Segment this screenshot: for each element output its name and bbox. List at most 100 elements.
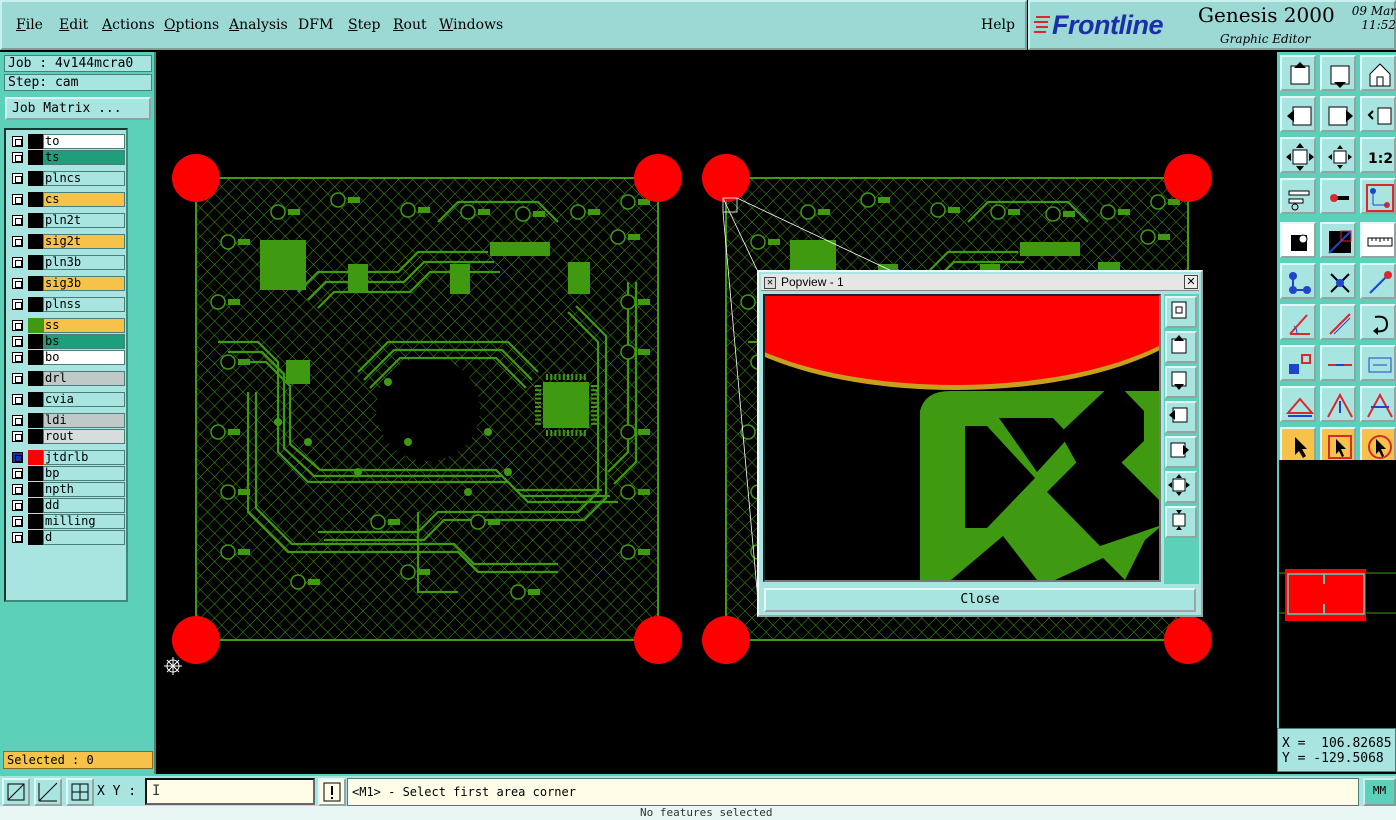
net-highlight-icon[interactable] xyxy=(1360,178,1396,214)
layer-color-swatch[interactable] xyxy=(28,466,43,481)
menu-help[interactable]: Help xyxy=(981,17,1015,33)
layer-color-swatch[interactable] xyxy=(28,429,43,444)
layer-name[interactable]: bs xyxy=(43,334,125,349)
job-matrix-button[interactable]: Job Matrix ... xyxy=(5,97,151,120)
alert-icon[interactable] xyxy=(318,778,346,806)
layer-name[interactable]: ss xyxy=(43,318,125,333)
layer-checkbox[interactable] xyxy=(12,452,23,463)
layer-name[interactable]: jtdrlb xyxy=(43,450,125,465)
arc-icon[interactable] xyxy=(1360,386,1396,422)
layer-color-swatch[interactable] xyxy=(28,297,43,312)
layer-checkbox[interactable] xyxy=(12,516,23,527)
layer-checkbox[interactable] xyxy=(12,373,23,384)
layer-checkbox[interactable] xyxy=(12,136,23,147)
layer-name[interactable]: drl xyxy=(43,371,125,386)
layer-row-bs[interactable]: bs xyxy=(8,334,126,349)
layer-name[interactable]: dd xyxy=(43,498,125,513)
layer-name[interactable]: d xyxy=(43,530,125,545)
layer-row-to[interactable]: to xyxy=(8,134,126,149)
rotate-icon[interactable] xyxy=(1360,304,1396,340)
layer-checkbox[interactable] xyxy=(12,336,23,347)
layer-name[interactable]: rout xyxy=(43,429,125,444)
layer-name[interactable]: ldi xyxy=(43,413,125,428)
close-icon[interactable]: ✕ xyxy=(1184,275,1198,289)
scale-1-2-icon[interactable]: 1:2 xyxy=(1360,137,1396,173)
layer-name[interactable]: npth xyxy=(43,482,125,497)
pan-left-icon[interactable] xyxy=(1280,96,1316,132)
measure-box-icon[interactable] xyxy=(1360,345,1396,381)
layer-row-ts[interactable]: ts xyxy=(8,150,126,165)
layer-color-swatch[interactable] xyxy=(28,255,43,270)
layer-row-npth[interactable]: npth xyxy=(8,482,126,497)
layer-checkbox[interactable] xyxy=(12,415,23,426)
layer-checkbox[interactable] xyxy=(12,484,23,495)
layer-color-swatch[interactable] xyxy=(28,234,43,249)
layer-name[interactable]: milling xyxy=(43,514,125,529)
pv-pan-left-icon[interactable] xyxy=(1165,401,1197,433)
layer-checkbox[interactable] xyxy=(12,352,23,363)
layer-checkbox[interactable] xyxy=(12,278,23,289)
layer-color-swatch[interactable] xyxy=(28,514,43,529)
cut-icon[interactable] xyxy=(1320,222,1356,258)
layer-row-plncs[interactable]: plncs xyxy=(8,171,126,186)
layer-row-pln2t[interactable]: pln2t xyxy=(8,213,126,228)
layer-color-swatch[interactable] xyxy=(28,318,43,333)
layer-checkbox[interactable] xyxy=(12,194,23,205)
snap-mode-icon[interactable] xyxy=(2,778,30,806)
menu-analysis[interactable]: Analysis xyxy=(229,17,288,33)
snap-pad-icon[interactable] xyxy=(1320,178,1356,214)
home-icon[interactable] xyxy=(1360,55,1396,91)
layer-row-bp[interactable]: bp xyxy=(8,466,126,481)
select-icon[interactable] xyxy=(1280,222,1316,258)
layer-color-swatch[interactable] xyxy=(28,350,43,365)
layer-row-pln3b[interactable]: pln3b xyxy=(8,255,126,270)
layer-row-rout[interactable]: rout xyxy=(8,429,126,444)
pan-right-icon[interactable] xyxy=(1320,96,1356,132)
layer-color-swatch[interactable] xyxy=(28,134,43,149)
center-icon[interactable] xyxy=(1320,137,1356,173)
layer-row-bo[interactable]: bo xyxy=(8,350,126,365)
layer-row-jtdrlb[interactable]: jtdrlb xyxy=(8,450,126,465)
layer-color-swatch[interactable] xyxy=(28,171,43,186)
layer-checkbox[interactable] xyxy=(12,257,23,268)
ruler-icon[interactable] xyxy=(1360,222,1396,258)
layer-row-milling[interactable]: milling xyxy=(8,514,126,529)
menu-file[interactable]: File xyxy=(16,17,43,33)
pv-pan-down-icon[interactable] xyxy=(1165,366,1197,398)
layer-row-ss[interactable]: ss xyxy=(8,318,126,333)
pv-zoom-in-icon[interactable] xyxy=(1165,506,1197,538)
xy-input[interactable]: I xyxy=(145,778,315,805)
pv-zoom-out-icon[interactable] xyxy=(1165,471,1197,503)
zoom-home-icon[interactable] xyxy=(1280,55,1316,91)
arrow-up-icon[interactable] xyxy=(1320,386,1356,422)
overview-map[interactable] xyxy=(1277,460,1396,728)
layer-name[interactable]: bp xyxy=(43,466,125,481)
undo-zoom-icon[interactable] xyxy=(1360,96,1396,132)
pointer-box-icon[interactable] xyxy=(1320,427,1356,463)
menu-actions[interactable]: Actions xyxy=(102,17,155,33)
layer-checkbox[interactable] xyxy=(12,500,23,511)
layer-color-swatch[interactable] xyxy=(28,392,43,407)
layer-color-swatch[interactable] xyxy=(28,530,43,545)
layer-color-swatch[interactable] xyxy=(28,334,43,349)
draw-line-icon[interactable] xyxy=(1320,304,1356,340)
units-button[interactable]: MM xyxy=(1363,778,1396,806)
layer-color-swatch[interactable] xyxy=(28,498,43,513)
layer-name[interactable]: cvia xyxy=(43,392,125,407)
layer-checkbox[interactable] xyxy=(12,236,23,247)
layer-name[interactable]: ts xyxy=(43,150,125,165)
layer-name[interactable]: cs xyxy=(43,192,125,207)
layer-color-swatch[interactable] xyxy=(28,482,43,497)
layer-row-cs[interactable]: cs xyxy=(8,192,126,207)
layer-name[interactable]: pln2t xyxy=(43,213,125,228)
pv-pan-up-icon[interactable] xyxy=(1165,331,1197,363)
menu-rout[interactable]: Rout xyxy=(393,17,427,33)
layer-color-swatch[interactable] xyxy=(28,192,43,207)
layer-name[interactable]: sig2t xyxy=(43,234,125,249)
pv-pan-right-icon[interactable] xyxy=(1165,436,1197,468)
layer-row-sig3b[interactable]: sig3b xyxy=(8,276,126,291)
popview-close-button[interactable]: Close xyxy=(764,588,1196,612)
layer-row-cvia[interactable]: cvia xyxy=(8,392,126,407)
layer-color-swatch[interactable] xyxy=(28,276,43,291)
layer-color-swatch[interactable] xyxy=(28,413,43,428)
